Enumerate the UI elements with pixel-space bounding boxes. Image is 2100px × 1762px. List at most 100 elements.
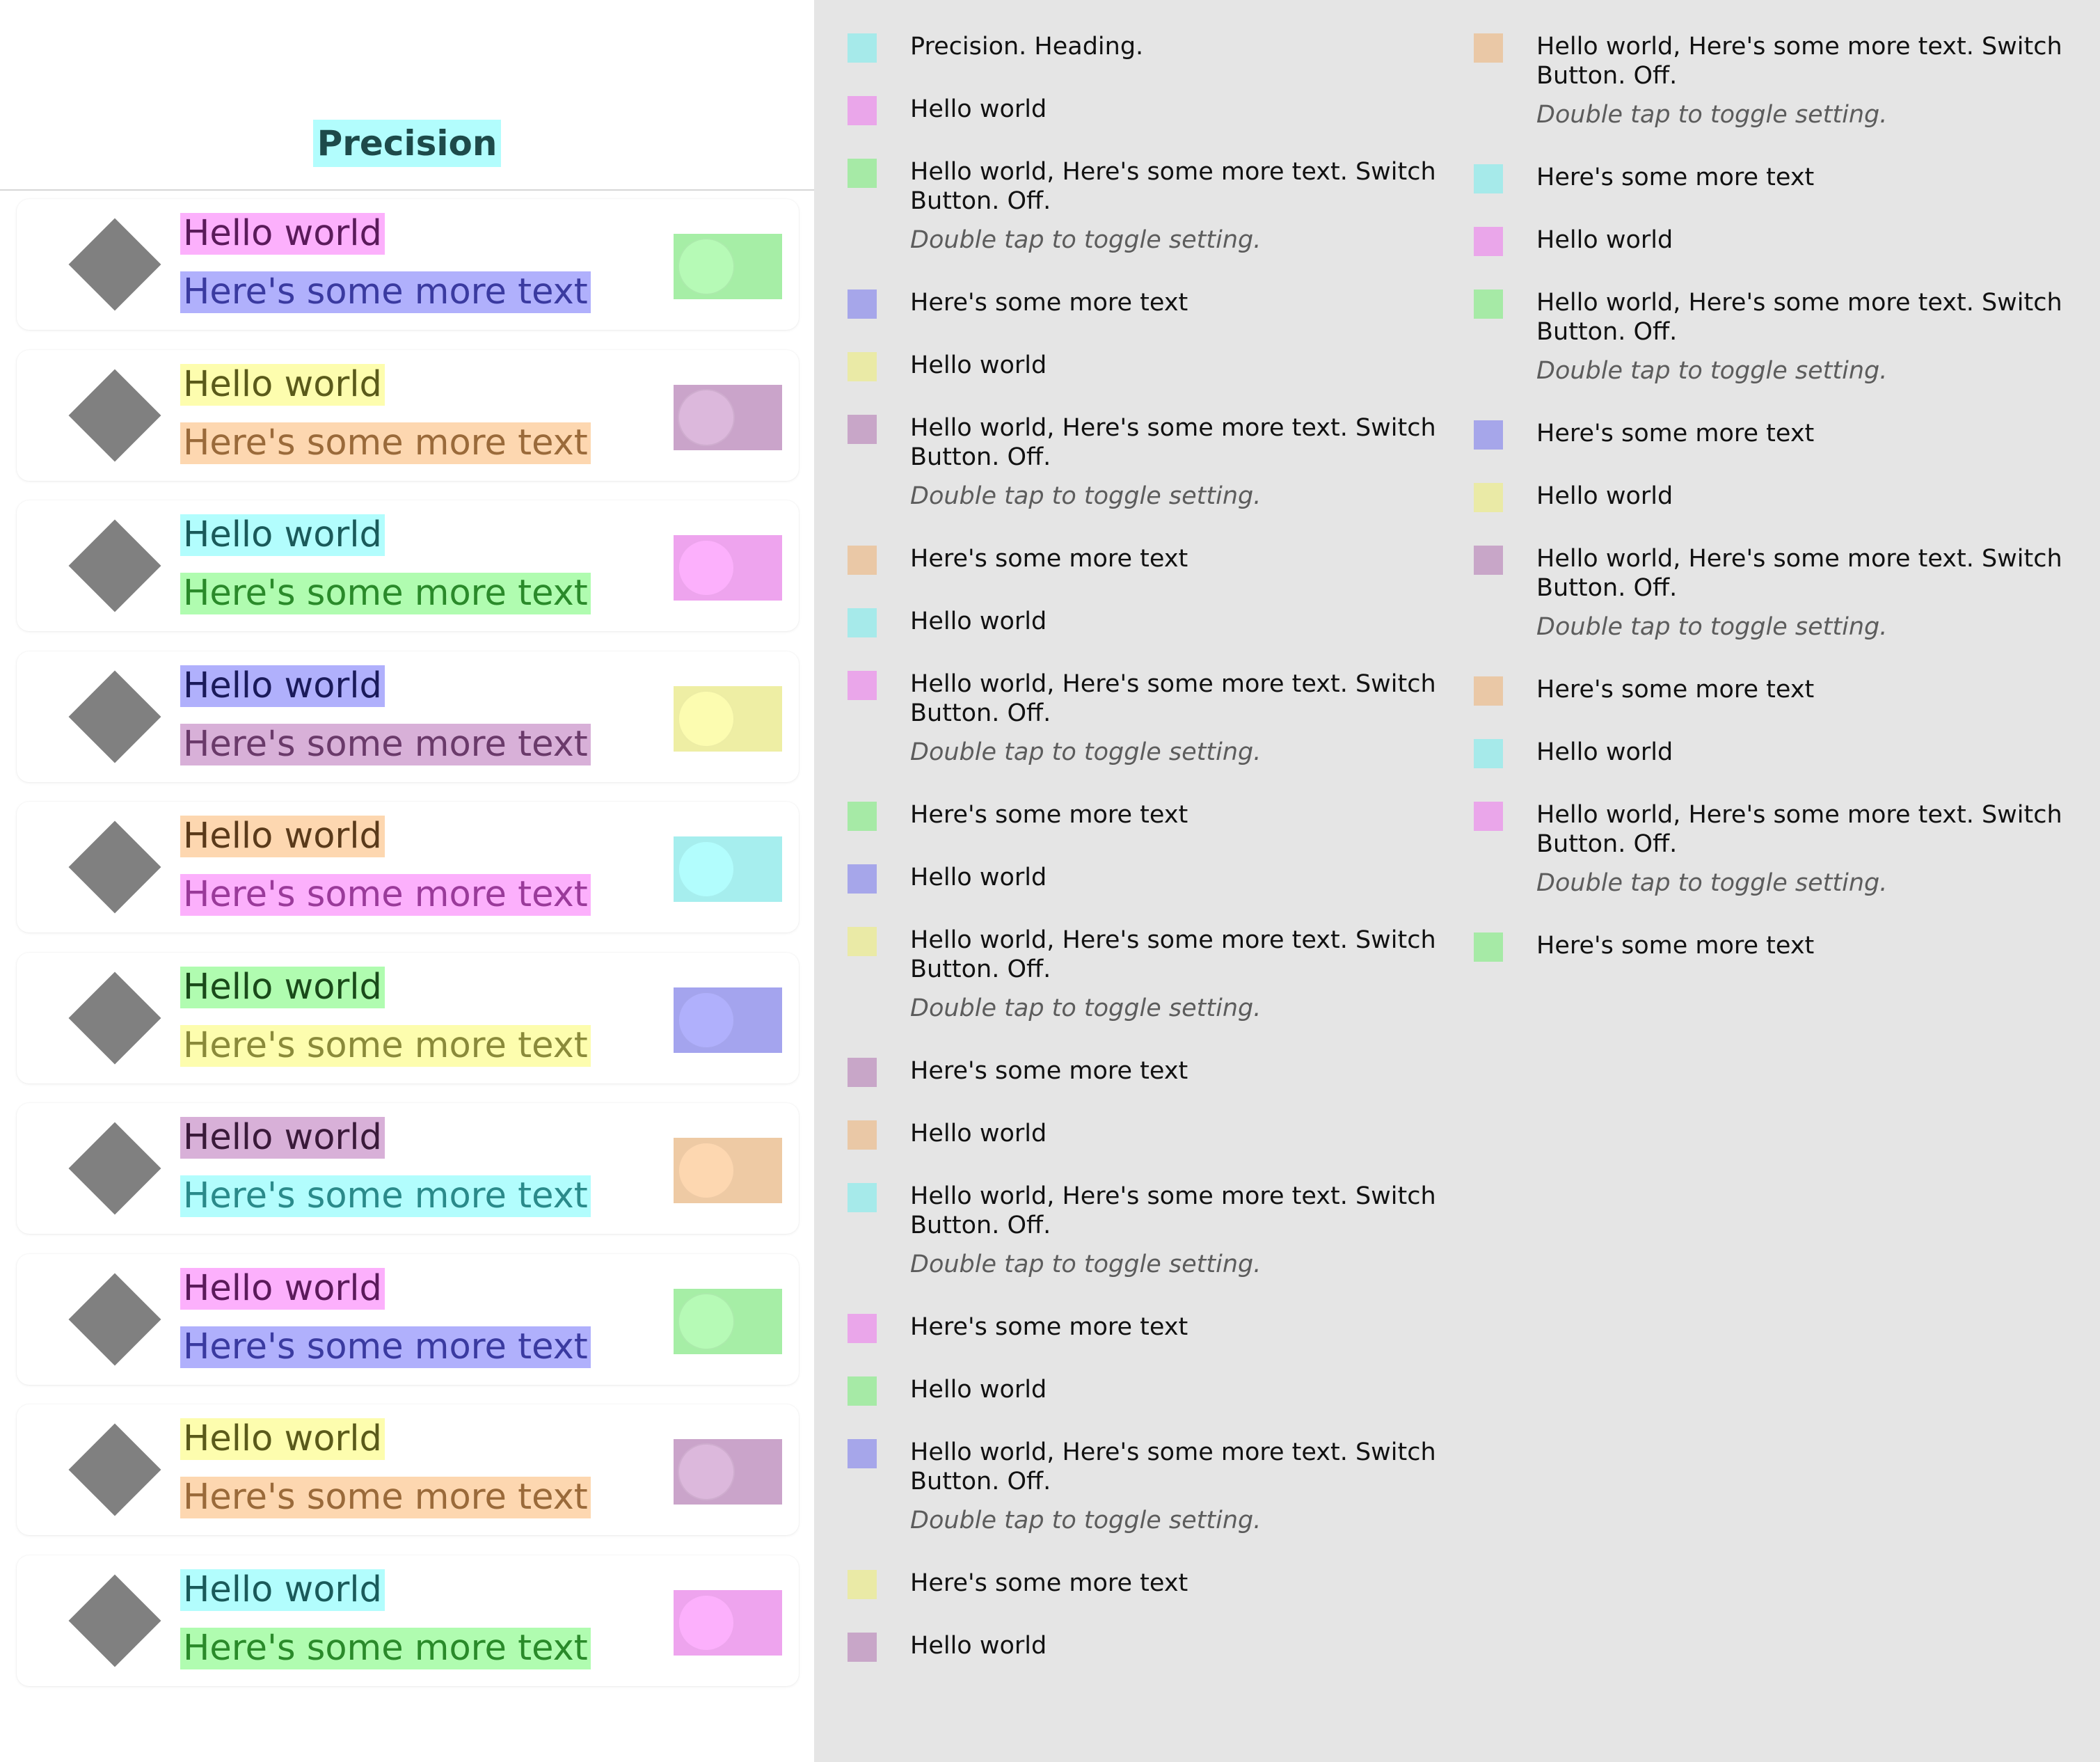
accessibility-label: Hello world — [910, 1376, 1047, 1404]
switch-knob — [678, 1443, 735, 1500]
accessibility-element: Hello world, Here's some more text. Swit… — [848, 669, 1453, 767]
accessibility-label: Hello world — [1536, 738, 1673, 766]
row-title: Hello world — [180, 213, 385, 255]
color-swatch — [848, 671, 877, 700]
accessibility-label: Hello world — [910, 95, 1047, 123]
row-subtitle: Here's some more text — [180, 1628, 591, 1669]
accessibility-hint: Double tap to toggle setting. — [1536, 357, 1888, 385]
color-swatch — [848, 546, 877, 575]
row-subtitle: Here's some more text — [180, 1175, 591, 1217]
accessibility-label: Hello world — [1536, 482, 1673, 510]
accessibility-label: Here's some more text — [1536, 932, 1815, 960]
accessibility-element: Hello world — [848, 607, 1453, 637]
color-swatch — [848, 352, 877, 381]
switch-knob — [678, 1293, 735, 1350]
switch-toggle[interactable] — [674, 987, 782, 1053]
diamond-icon — [68, 971, 161, 1065]
color-swatch — [848, 1570, 877, 1599]
accessibility-element: Here's some more text — [848, 1312, 1453, 1343]
diamond-icon — [68, 1122, 161, 1215]
diamond-icon — [68, 369, 161, 462]
row-subtitle: Here's some more text — [180, 1326, 591, 1368]
accessibility-element: Hello world — [848, 1631, 1453, 1662]
switch-toggle[interactable] — [674, 1138, 782, 1203]
color-swatch — [1474, 227, 1503, 256]
accessibility-hint: Double tap to toggle setting. — [910, 994, 1262, 1022]
switch-toggle[interactable] — [674, 1289, 782, 1354]
diamond-icon — [68, 820, 161, 914]
page-title: Precision — [0, 120, 814, 167]
color-swatch — [848, 1058, 877, 1087]
row-title: Hello world — [180, 665, 385, 707]
switch-knob — [678, 992, 735, 1049]
accessibility-label: Hello world, Here's some more text. Swit… — [1536, 289, 2062, 346]
list-item: Hello world Here's some more text — [17, 953, 799, 1084]
accessibility-label: Here's some more text — [1536, 164, 1815, 191]
accessibility-element: Here's some more text — [848, 1056, 1453, 1087]
switch-toggle[interactable] — [674, 234, 782, 299]
diamond-icon — [68, 519, 161, 612]
accessibility-label: Here's some more text — [1536, 676, 1815, 704]
color-swatch — [1474, 164, 1503, 193]
accessibility-label: Hello world — [910, 351, 1047, 379]
row-title: Hello world — [180, 514, 385, 556]
row-title: Hello world — [180, 1117, 385, 1159]
accessibility-element: Here's some more text — [848, 288, 1453, 319]
list-item: Hello world Here's some more text — [17, 199, 799, 330]
switch-knob — [678, 841, 735, 898]
accessibility-label: Hello world, Here's some more text. Swit… — [910, 1438, 1436, 1495]
accessibility-label: Here's some more text — [910, 1057, 1188, 1085]
color-swatch — [848, 289, 877, 319]
list-item: Hello world Here's some more text — [17, 500, 799, 631]
accessibility-hint: Double tap to toggle setting. — [910, 226, 1262, 254]
switch-toggle[interactable] — [674, 686, 782, 752]
accessibility-element: Hello world — [1474, 225, 2079, 256]
accessibility-label: Hello world, Here's some more text. Swit… — [1536, 801, 2062, 858]
diamond-icon — [68, 1273, 161, 1366]
row-title: Hello world — [180, 816, 385, 857]
diamond-icon — [68, 670, 161, 763]
list-item: Hello world Here's some more text — [17, 1254, 799, 1385]
diamond-icon — [68, 1423, 161, 1516]
switch-toggle[interactable] — [674, 836, 782, 902]
switch-toggle[interactable] — [674, 385, 782, 450]
row-subtitle: Here's some more text — [180, 573, 591, 614]
row-subtitle: Here's some more text — [180, 1477, 591, 1518]
color-swatch — [1474, 932, 1503, 962]
accessibility-label: Hello world, Here's some more text. Swit… — [910, 926, 1436, 983]
accessibility-label: Hello world, Here's some more text. Swit… — [910, 1182, 1436, 1239]
row-subtitle: Here's some more text — [180, 422, 591, 464]
switch-toggle[interactable] — [674, 1590, 782, 1656]
list-item: Hello world Here's some more text — [17, 1103, 799, 1234]
accessibility-hint: Double tap to toggle setting. — [910, 738, 1262, 766]
accessibility-label: Hello world, Here's some more text. Swit… — [910, 158, 1436, 215]
row-title: Hello world — [180, 364, 385, 406]
row-subtitle: Here's some more text — [180, 1025, 591, 1067]
switch-knob — [678, 389, 735, 446]
accessibility-label: Here's some more text — [910, 801, 1188, 829]
accessibility-element: Here's some more text — [1474, 163, 2079, 193]
accessibility-label: Here's some more text — [910, 1569, 1188, 1597]
accessibility-hint: Double tap to toggle setting. — [1536, 613, 1888, 641]
accessibility-element: Hello world, Here's some more text. Swit… — [848, 926, 1453, 1023]
page-title-text: Precision — [312, 120, 502, 167]
accessibility-hint: Double tap to toggle setting. — [1536, 869, 1888, 897]
color-swatch — [848, 864, 877, 894]
color-swatch — [1474, 676, 1503, 706]
color-swatch — [1474, 739, 1503, 768]
switch-knob — [678, 1142, 735, 1199]
color-swatch — [1474, 483, 1503, 512]
accessibility-label: Hello world — [1536, 226, 1673, 254]
list-item: Hello world Here's some more text — [17, 350, 799, 481]
color-swatch — [848, 33, 877, 63]
accessibility-label: Hello world, Here's some more text. Swit… — [910, 414, 1436, 471]
accessibility-hint: Double tap to toggle setting. — [910, 482, 1262, 510]
color-swatch — [848, 1314, 877, 1343]
color-swatch — [1474, 289, 1503, 319]
accessibility-label: Here's some more text — [910, 545, 1188, 573]
accessibility-element: Hello world — [1474, 482, 2079, 512]
accessibility-element: Hello world — [848, 863, 1453, 894]
color-swatch — [848, 802, 877, 831]
switch-toggle[interactable] — [674, 535, 782, 601]
switch-toggle[interactable] — [674, 1439, 782, 1505]
